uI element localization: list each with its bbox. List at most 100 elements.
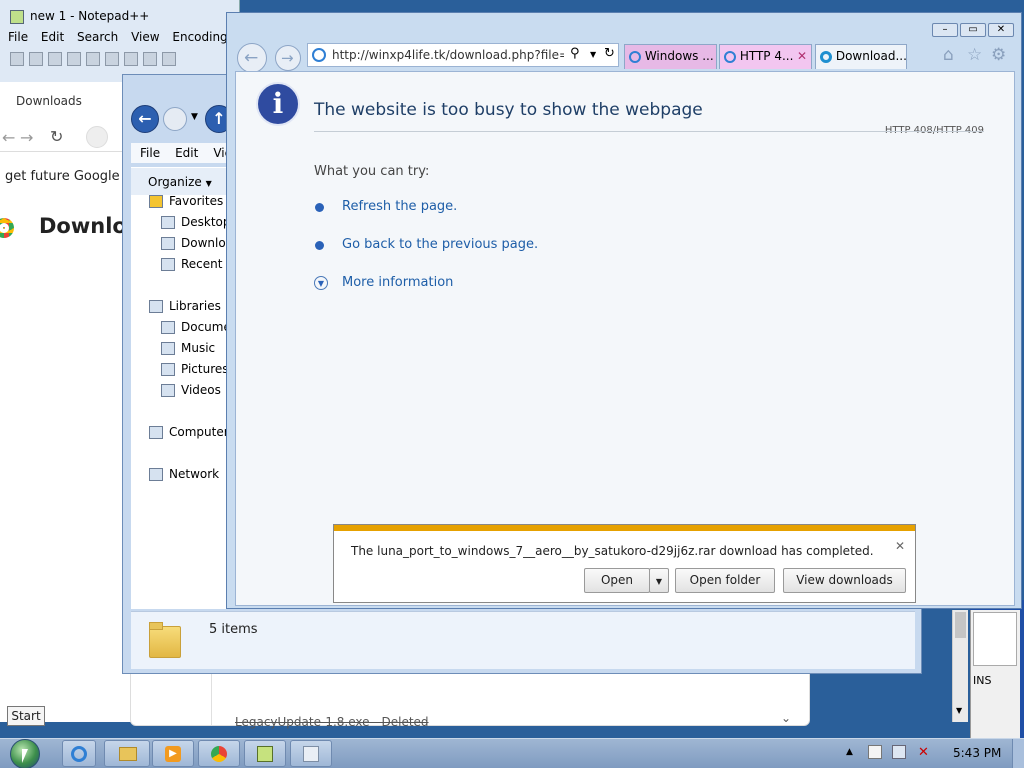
- download-status: Deleted: [381, 715, 429, 729]
- star-icon: [149, 195, 163, 208]
- minimize-button[interactable]: –: [932, 23, 958, 37]
- npp-menu-file[interactable]: File: [8, 30, 28, 44]
- copy-icon[interactable]: [162, 52, 176, 66]
- address-url[interactable]: http://winxp4life.tk/download.php?file=l…: [332, 44, 564, 66]
- desktop-icon: [161, 216, 175, 229]
- ie-tab-icon: [724, 50, 736, 63]
- address-dropdown-icon[interactable]: ▼: [590, 50, 596, 59]
- network-icon[interactable]: [892, 745, 906, 759]
- favorites-star-icon[interactable]: ☆: [967, 45, 982, 65]
- clock[interactable]: 5:43 PM: [953, 746, 1001, 760]
- nav-item-docume[interactable]: Docume: [161, 317, 231, 338]
- recent-pages-dropdown-icon[interactable]: ▼: [191, 112, 198, 122]
- vertical-scrollbar[interactable]: ▼: [952, 610, 968, 722]
- tab-download[interactable]: Download...: [815, 44, 907, 69]
- nav-item-label: Libraries: [169, 299, 221, 313]
- download-message: The luna_port_to_windows_7__aero__by_sat…: [351, 544, 874, 558]
- action-center-icon[interactable]: [868, 745, 882, 759]
- back-arrow-icon[interactable]: ←: [131, 105, 159, 133]
- cut-icon[interactable]: [143, 52, 157, 66]
- bullet-icon: [315, 203, 324, 212]
- back-arrow-icon[interactable]: ←: [2, 128, 15, 147]
- volume-muted-icon[interactable]: ✕: [918, 745, 929, 760]
- view-downloads-button[interactable]: View downloads: [783, 568, 906, 593]
- nav-item-label: Computer: [169, 425, 229, 439]
- maximize-button[interactable]: ▭: [960, 23, 986, 37]
- save-icon[interactable]: [48, 52, 62, 66]
- open-file-icon[interactable]: [29, 52, 43, 66]
- taskbar-explorer-button[interactable]: [104, 740, 150, 767]
- save-all-icon[interactable]: [67, 52, 81, 66]
- close-all-icon[interactable]: [105, 52, 119, 66]
- ins-label: INS: [973, 674, 992, 687]
- tab-close-icon[interactable]: ✕: [797, 45, 807, 68]
- notepadpp-titlebar[interactable]: new 1 - Notepad++: [10, 6, 149, 26]
- forward-button[interactable]: →: [275, 45, 301, 71]
- go-back-text[interactable]: Go back to the previous page.: [342, 237, 538, 252]
- nav-item-label: Music: [181, 341, 216, 355]
- chrome-tab-downloads[interactable]: Downloads: [0, 88, 82, 114]
- forward-arrow-icon[interactable]: [163, 107, 187, 131]
- expand-chevron-icon[interactable]: ▼: [314, 276, 328, 290]
- npp-menu-edit[interactable]: Edit: [41, 30, 64, 44]
- computer-icon: [149, 426, 163, 439]
- close-icon[interactable]: ✕: [895, 539, 905, 553]
- npp-menu-view[interactable]: View: [131, 30, 159, 44]
- tab-windows[interactable]: Windows ...: [624, 44, 717, 69]
- taskbar-notepadpp-button[interactable]: [244, 740, 286, 767]
- chevron-down-icon[interactable]: ⌄: [781, 711, 791, 725]
- chrome-omnibox-icon[interactable]: [86, 126, 108, 148]
- open-folder-button[interactable]: Open folder: [675, 568, 775, 593]
- address-bar[interactable]: http://winxp4life.tk/download.php?file=l…: [307, 43, 619, 67]
- new-file-icon[interactable]: [10, 52, 24, 66]
- scrollbar-thumb[interactable]: [955, 612, 966, 638]
- notepadpp-icon: [257, 746, 273, 762]
- print-icon[interactable]: [124, 52, 138, 66]
- npp-menu-search[interactable]: Search: [77, 30, 118, 44]
- refresh-icon[interactable]: ↻: [604, 46, 615, 61]
- more-information-text[interactable]: More information: [342, 275, 453, 290]
- refresh-page-text[interactable]: Refresh the page.: [342, 199, 457, 214]
- back-button[interactable]: ←: [237, 43, 267, 73]
- nav-item-pictures[interactable]: Pictures: [161, 359, 229, 380]
- nav-item-libraries[interactable]: Libraries: [149, 296, 221, 317]
- details-pane: 5 items: [131, 611, 915, 669]
- explorer-menu-file[interactable]: File: [140, 146, 160, 160]
- taskbar-ie-button[interactable]: [62, 740, 96, 767]
- reload-icon[interactable]: ↻: [50, 127, 63, 146]
- forward-arrow-icon[interactable]: →: [20, 128, 33, 147]
- organize-button[interactable]: Organize ▼: [148, 175, 212, 189]
- nav-item-downloa[interactable]: Downloa: [161, 233, 233, 254]
- nav-item-favorites[interactable]: Favorites: [149, 191, 223, 212]
- internet-explorer-icon: [71, 746, 87, 762]
- nav-item-desktop[interactable]: Desktop: [161, 212, 231, 233]
- taskbar-paint-button[interactable]: [290, 740, 332, 767]
- taskbar-chrome-button[interactable]: [198, 740, 240, 767]
- nav-item-music[interactable]: Music: [161, 338, 215, 359]
- tab-http[interactable]: HTTP 4... ✕: [719, 44, 812, 69]
- nav-item-videos[interactable]: Videos: [161, 380, 221, 401]
- mouse-cursor-icon: [22, 749, 28, 763]
- home-icon[interactable]: ⌂: [943, 45, 954, 65]
- explorer-menu-edit[interactable]: Edit: [175, 146, 198, 160]
- recent-places-icon: [161, 258, 175, 271]
- show-desktop-button[interactable]: [1012, 739, 1024, 768]
- ie-command-icons: ⌂ ☆ ⚙: [941, 45, 1019, 67]
- back-arrow-icon: ←: [244, 48, 259, 68]
- nav-item-network[interactable]: Network: [149, 464, 219, 485]
- close-file-icon[interactable]: [86, 52, 100, 66]
- gear-icon[interactable]: ⚙: [991, 45, 1006, 65]
- scroll-down-arrow-icon[interactable]: ▼: [956, 706, 962, 715]
- npp-menu-encoding[interactable]: Encoding: [172, 30, 227, 44]
- search-icon[interactable]: ⚲: [570, 46, 580, 61]
- bullet-icon: [315, 241, 324, 250]
- close-button[interactable]: ✕: [988, 23, 1014, 37]
- nav-item-computer[interactable]: Computer: [149, 422, 229, 443]
- open-dropdown-button[interactable]: ▼: [649, 568, 669, 593]
- nav-item-recentp[interactable]: Recent P: [161, 254, 234, 275]
- taskbar-media-button[interactable]: ▶: [152, 740, 194, 767]
- tab-windows-label: Windows ...: [644, 49, 714, 63]
- show-hidden-icons-icon[interactable]: ▲: [846, 747, 853, 757]
- start-button[interactable]: [8, 739, 46, 768]
- open-button[interactable]: Open: [584, 568, 650, 593]
